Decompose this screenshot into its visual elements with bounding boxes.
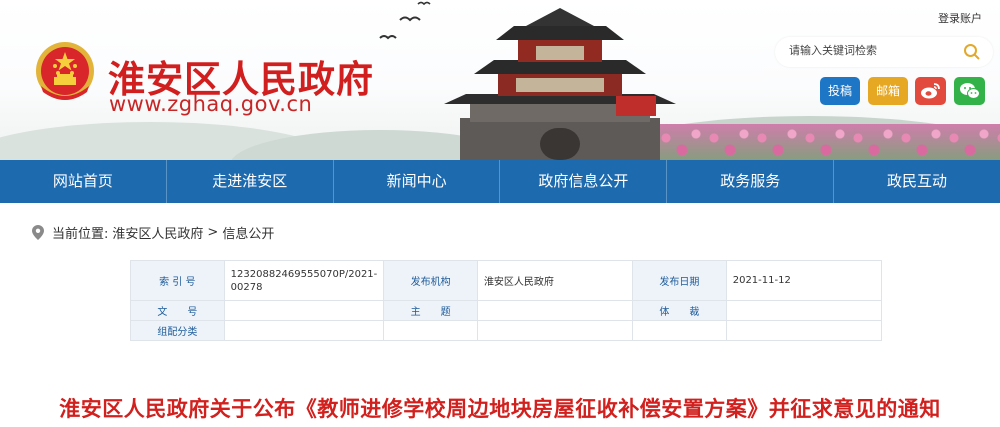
publisher-label: 发布机构 xyxy=(383,260,478,301)
mailbox-button[interactable]: 邮箱 xyxy=(868,77,908,105)
doc-number-label: 文 号 xyxy=(130,300,225,321)
category-label: 组配分类 xyxy=(130,320,225,341)
empty-cell xyxy=(632,320,727,341)
nav-home[interactable]: 网站首页 xyxy=(0,160,167,203)
genre-label: 体 裁 xyxy=(632,300,727,321)
table-row: 索 引 号 12320882469555070P/2021-00278 发布机构… xyxy=(130,260,883,301)
nav-about-huaian[interactable]: 走进淮安区 xyxy=(167,160,334,203)
publish-date-value: 2021-11-12 xyxy=(725,260,883,301)
search-box xyxy=(775,37,993,67)
wechat-button[interactable] xyxy=(954,77,985,105)
breadcrumb-link-info[interactable]: 信息公开 xyxy=(222,223,274,242)
site-url: www.zghaq.gov.cn xyxy=(109,92,313,116)
weibo-button[interactable] xyxy=(915,77,946,105)
location-pin-icon xyxy=(32,225,44,240)
search-input[interactable] xyxy=(789,44,959,57)
genre-value xyxy=(725,300,883,321)
nav-news-center[interactable]: 新闻中心 xyxy=(334,160,501,203)
weibo-icon xyxy=(921,83,940,99)
nav-gov-info-disclosure[interactable]: 政府信息公开 xyxy=(500,160,668,203)
doc-number-value xyxy=(223,300,385,321)
table-row: 文 号 主 题 体 裁 xyxy=(130,300,883,321)
birds-decoration xyxy=(379,1,431,40)
table-row: 组配分类 xyxy=(130,320,883,341)
category-value xyxy=(223,320,385,341)
breadcrumb-separator: > xyxy=(207,225,219,240)
search-icon[interactable] xyxy=(963,43,981,61)
document-info-table: 索 引 号 12320882469555070P/2021-00278 发布机构… xyxy=(130,260,883,341)
empty-cell xyxy=(383,320,478,341)
index-number-value: 12320882469555070P/2021-00278 xyxy=(223,260,385,301)
article-title: 淮安区人民政府关于公布《教师进修学校周边地块房屋征收补偿安置方案》并征求意见的通… xyxy=(59,397,941,421)
tower-illustration xyxy=(444,8,676,160)
empty-cell xyxy=(725,320,883,341)
empty-cell xyxy=(476,320,634,341)
national-emblem-icon xyxy=(36,42,94,100)
wechat-icon xyxy=(960,83,980,99)
subject-label: 主 题 xyxy=(383,300,478,321)
nav-gov-services[interactable]: 政务服务 xyxy=(667,160,835,203)
subject-value xyxy=(476,300,634,321)
submit-article-button[interactable]: 投稿 xyxy=(820,77,860,105)
publisher-value: 淮安区人民政府 xyxy=(476,260,634,301)
site-header: 淮安区人民政府 www.zghaq.gov.cn 登录账户 投稿 邮箱 xyxy=(0,0,1000,160)
breadcrumb: 当前位置: 淮安区人民政府 > 信息公开 xyxy=(32,223,278,242)
publish-date-label: 发布日期 xyxy=(632,260,727,301)
main-navigation: 网站首页 走进淮安区 新闻中心 政府信息公开 政务服务 政民互动 xyxy=(0,160,1000,203)
breadcrumb-label: 当前位置: xyxy=(52,227,109,242)
breadcrumb-link-home[interactable]: 淮安区人民政府 xyxy=(112,223,203,242)
nav-public-interaction[interactable]: 政民互动 xyxy=(834,160,1000,203)
index-number-label: 索 引 号 xyxy=(130,260,225,301)
login-link[interactable]: 登录账户 xyxy=(938,10,982,26)
